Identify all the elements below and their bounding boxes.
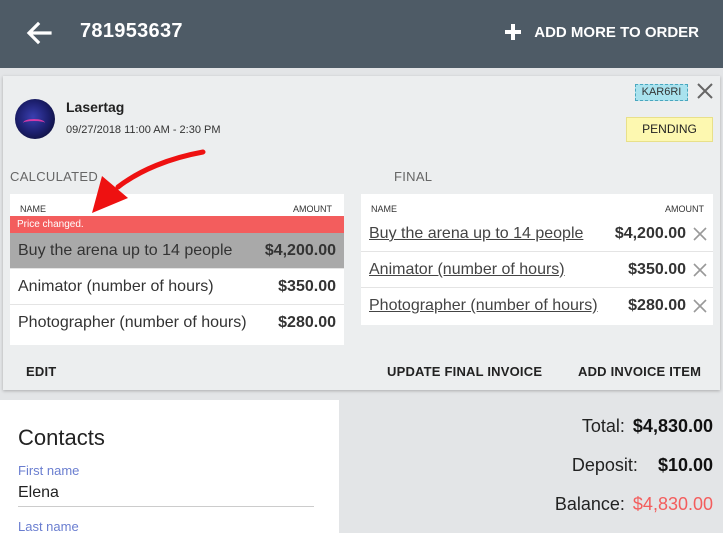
deposit-value: $10.00 [657,455,713,475]
calculated-table-header: NAME AMOUNT [10,194,344,216]
item-name: Animator (number of hours) [18,278,214,295]
col-amount-header: AMOUNT [293,204,332,214]
booking-card: Lasertag 09/27/2018 11:00 AM - 2:30 PM K… [3,76,720,390]
col-name-header: NAME [371,204,398,214]
calculated-label: CALCULATED [10,169,99,184]
first-name-label: First name [18,463,80,478]
contacts-title: Contacts [18,425,105,450]
event-avatar [15,99,55,139]
price-changed-banner: Price changed. [10,216,344,233]
status-badge: PENDING [626,117,713,142]
close-icon[interactable] [695,81,715,101]
item-amount: $280.00 [628,297,686,314]
item-amount: $4,200.00 [264,242,336,259]
item-name: Photographer (number of hours) [18,314,247,331]
item-amount: $4,200.00 [614,225,686,242]
table-row: Buy the arena up to 14 people $4,200.00 [361,216,713,252]
add-invoice-item-button[interactable]: ADD INVOICE ITEM [578,364,701,379]
deposit-label: Deposit: [571,455,638,475]
item-name-link[interactable]: Photographer (number of hours) [369,297,598,315]
update-final-invoice-button[interactable]: UPDATE FINAL INVOICE [387,364,542,379]
first-name-field[interactable]: Elena [18,484,59,502]
last-name-label: Last name [18,519,79,533]
event-time: 09/27/2018 11:00 AM - 2:30 PM [66,124,221,136]
remove-icon[interactable] [693,299,707,313]
booking-code-badge: KAR6RI [635,84,688,101]
top-bar: 781953637 ADD MORE TO ORDER [0,0,723,68]
final-label: FINAL [394,169,433,184]
col-name-header: NAME [20,204,47,214]
table-row: Buy the arena up to 14 people $4,200.00 [10,233,344,269]
back-arrow-icon[interactable] [24,18,54,48]
first-name-underline [18,506,314,507]
balance-label: Balance: [554,494,625,514]
col-amount-header: AMOUNT [665,204,704,214]
edit-button[interactable]: EDIT [26,364,56,379]
item-name-link[interactable]: Animator (number of hours) [369,261,565,279]
calculated-table: NAME AMOUNT Price changed. Buy the arena… [10,194,344,345]
table-row: Animator (number of hours) $350.00 [10,269,344,305]
deposit-row: Deposit: $10.00 [572,455,713,476]
item-amount: $280.00 [278,314,336,331]
event-title: Lasertag [66,99,125,115]
table-row: Photographer (number of hours) $280.00 [10,305,344,341]
final-table: NAME AMOUNT Buy the arena up to 14 peopl… [361,194,713,325]
contacts-panel: Contacts First name Elena Last name [0,400,339,533]
balance-row: Balance: $4,830.00 [555,494,713,515]
total-label: Total: [581,416,625,436]
table-row: Photographer (number of hours) $280.00 [361,288,713,324]
item-name-link[interactable]: Buy the arena up to 14 people [369,225,583,243]
balance-value: $4,830.00 [632,494,713,514]
totals-panel: Total: $4,830.00 Deposit: $10.00 Balance… [339,400,723,533]
total-value: $4,830.00 [632,416,713,436]
table-row: Animator (number of hours) $350.00 [361,252,713,288]
total-row: Total: $4,830.00 [582,416,713,437]
item-amount: $350.00 [628,261,686,278]
final-table-header: NAME AMOUNT [361,194,713,216]
remove-icon[interactable] [693,227,707,241]
item-amount: $350.00 [278,278,336,295]
add-more-to-order-button[interactable]: ADD MORE TO ORDER [504,19,699,45]
order-id: 781953637 [80,20,183,42]
plus-icon [505,24,522,40]
remove-icon[interactable] [693,263,707,277]
item-name: Buy the arena up to 14 people [18,242,233,259]
add-more-label: ADD MORE TO ORDER [534,23,699,41]
